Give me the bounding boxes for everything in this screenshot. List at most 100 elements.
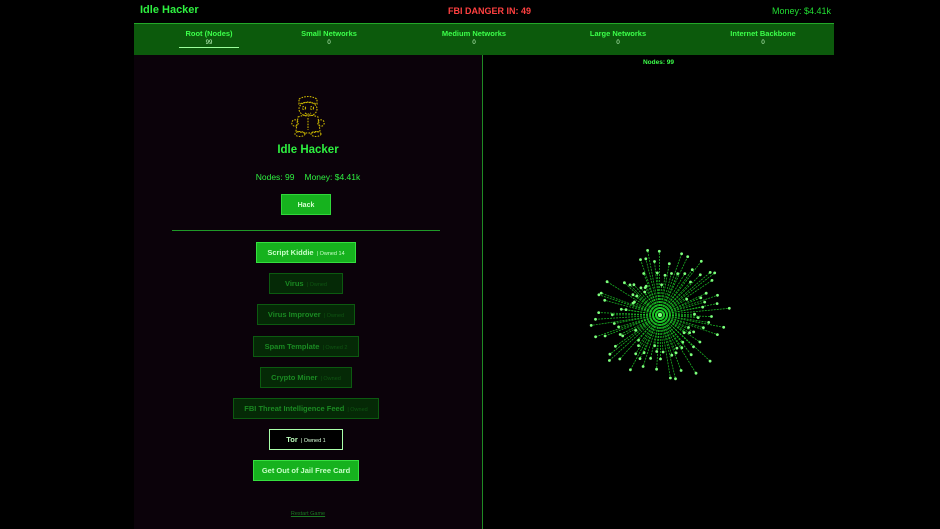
graph-node [660, 283, 663, 287]
graph-node [676, 272, 680, 276]
tab-root-nodes[interactable]: Root (Nodes) 99 [149, 29, 269, 48]
graph-node [597, 293, 601, 297]
upgrade-owned: | Owned [320, 376, 341, 382]
graph-node [624, 308, 628, 311]
graph-edge [659, 314, 692, 355]
tab-count: 99 [179, 40, 239, 48]
graph-node [653, 260, 656, 263]
top-bar: Idle Hacker FBI DANGER IN: 49 Money: $4.… [0, 0, 940, 23]
tab-label: Root (Nodes) [185, 29, 233, 38]
graph-node [692, 330, 696, 334]
upgrade-virus-improver[interactable]: Virus Improver | Owned [257, 304, 355, 325]
graph-node [617, 325, 620, 329]
tab-internet-backbone[interactable]: Internet Backbone 0 [703, 29, 823, 46]
graph-node [682, 331, 686, 335]
upgrade-label: Virus Improver [267, 310, 321, 319]
graph-node [623, 281, 626, 285]
graph-node [603, 298, 607, 302]
graph-node [614, 344, 617, 348]
tab-count: 0 [472, 40, 476, 46]
graph-node [621, 334, 625, 338]
upgrade-crypto-miner[interactable]: Crypto Miner | Owned [260, 367, 352, 388]
app-title: Idle Hacker [140, 4, 199, 16]
graph-node [692, 345, 695, 349]
upgrade-script-kiddie[interactable]: Script Kiddie | Owned 14 [256, 242, 356, 263]
upgrade-owned: | Owned [323, 313, 345, 319]
upgrade-fbi-threat-intelligence-feed[interactable]: FBI Threat Intelligence Feed | Owned [233, 398, 379, 419]
graph-node [683, 272, 687, 275]
graph-node [612, 322, 616, 325]
network-graph-panel: Nodes: 99 [483, 55, 834, 529]
tab-count: 0 [616, 40, 620, 46]
graph-node [594, 335, 597, 339]
graph-node [679, 369, 683, 372]
graph-node [674, 377, 677, 381]
graph-node [663, 273, 667, 277]
graph-node [618, 333, 622, 336]
graph-node [670, 272, 673, 275]
graph-node [722, 325, 726, 329]
graph-edge [659, 314, 683, 348]
graph-root-node [657, 312, 663, 318]
upgrade-virus[interactable]: Virus | Owned [269, 273, 343, 294]
tab-large-networks[interactable]: Large Networks 0 [558, 29, 678, 46]
graph-node [605, 280, 609, 284]
graph-node [628, 283, 632, 287]
upgrade-owned: | Owned 14 [316, 251, 345, 257]
graph-edge [618, 314, 661, 328]
graph-node [634, 352, 638, 356]
graph-node [634, 328, 637, 332]
graph-node [618, 357, 622, 361]
graph-node [699, 296, 703, 300]
graph-node [696, 316, 700, 319]
graph-node [727, 306, 731, 310]
graph-edge [659, 253, 682, 316]
graph-node [638, 357, 642, 360]
graph-node [610, 313, 614, 317]
hacker-mascot-icon [291, 95, 325, 138]
graph-node [716, 333, 719, 336]
graph-node [680, 252, 683, 256]
network-tabs: Root (Nodes) 99 Small Networks 0 Medium … [134, 23, 834, 56]
graph-node [693, 312, 696, 316]
graph-node [643, 290, 647, 294]
graph-node [713, 271, 717, 275]
tab-small-networks[interactable]: Small Networks 0 [269, 29, 389, 46]
graph-node [619, 307, 623, 311]
tab-label: Large Networks [589, 29, 647, 38]
divider [172, 230, 440, 231]
graph-node [659, 357, 662, 361]
graph-edge [620, 314, 661, 335]
upgrade-label: Tor [286, 435, 298, 444]
tab-medium-networks[interactable]: Medium Networks 0 [414, 29, 534, 46]
upgrade-label: Script Kiddie [267, 248, 314, 257]
hack-button[interactable]: Hack [281, 194, 331, 215]
graph-node [669, 376, 672, 380]
player-stats: Nodes: 99 Money: $4.41k [134, 172, 482, 182]
network-graph [589, 249, 731, 381]
graph-edge [659, 261, 702, 316]
graph-node [639, 286, 643, 290]
upgrade-tor[interactable]: Tor | Owned 1 [269, 429, 343, 450]
graph-node [655, 271, 659, 275]
money-display: Money: $4.41k [771, 6, 831, 16]
graph-node [655, 350, 659, 353]
graph-node [686, 255, 690, 258]
graph-node [674, 351, 678, 355]
graph-node [594, 317, 597, 321]
upgrade-get-out-of-jail-free-card[interactable]: Get Out of Jail Free Card [253, 460, 359, 481]
graph-node [675, 346, 679, 350]
upgrade-owned: | Owned 1 [300, 438, 326, 444]
graph-node [644, 284, 648, 288]
graph-node [597, 311, 601, 314]
graph-node [646, 249, 649, 252]
player-name: Idle Hacker [277, 144, 339, 156]
tab-count: 0 [761, 40, 765, 46]
graph-node [655, 367, 658, 371]
upgrade-spam-template[interactable]: Spam Template | Owned 2 [253, 336, 359, 357]
graph-node [670, 353, 674, 357]
fbi-danger-counter: FBI DANGER IN: 49 [448, 6, 532, 16]
restart-game-link[interactable]: Restart Game [134, 511, 482, 517]
graph-edge [659, 314, 682, 371]
graph-node [641, 365, 645, 368]
